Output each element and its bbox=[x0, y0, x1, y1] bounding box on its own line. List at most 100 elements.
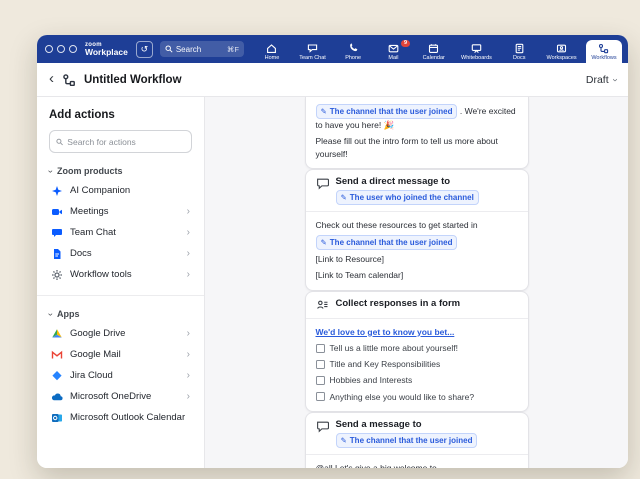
status-dropdown[interactable]: Draft › bbox=[586, 74, 616, 86]
primary-nav: Home Team Chat Phone 9 Mail Calendar bbox=[254, 35, 628, 63]
actions-search-input[interactable] bbox=[67, 137, 185, 147]
workflow-card-collect-form[interactable]: Collect responses in a form We'd love to… bbox=[305, 291, 529, 413]
jira-icon bbox=[51, 370, 63, 382]
window-controls[interactable] bbox=[45, 35, 77, 63]
sidebar-item-google-mail[interactable]: Google Mail › bbox=[49, 344, 192, 365]
google-mail-icon bbox=[51, 349, 63, 361]
app-window: zoom Workplace ↺ ⌘F Home Team Chat Phone… bbox=[37, 35, 628, 468]
sidebar-item-jira-cloud[interactable]: Jira Cloud › bbox=[49, 365, 192, 386]
history-icon: ↺ bbox=[141, 44, 149, 55]
chevron-down-icon: › bbox=[609, 78, 619, 81]
nav-mail[interactable]: 9 Mail bbox=[375, 40, 411, 63]
back-button[interactable]: ‹ bbox=[49, 71, 54, 86]
form-title-link[interactable]: We'd love to get to know you bet... bbox=[316, 327, 455, 337]
history-button[interactable]: ↺ bbox=[136, 41, 153, 58]
pencil-icon: ✎ bbox=[341, 194, 347, 202]
workspaces-icon bbox=[556, 43, 567, 54]
gear-icon bbox=[51, 269, 63, 281]
card-title: Collect responses in a form bbox=[336, 298, 461, 309]
search-input[interactable] bbox=[176, 45, 224, 54]
meetings-icon bbox=[51, 206, 63, 218]
field-icon bbox=[316, 344, 325, 353]
search-icon bbox=[56, 138, 63, 146]
sidebar-item-microsoft-outlook-calendar[interactable]: Microsoft Outlook Calendar bbox=[49, 407, 192, 428]
workflow-card-direct-message[interactable]: Send a direct message to ✎The user who j… bbox=[305, 169, 529, 290]
phone-icon bbox=[348, 43, 359, 54]
workflow-icon bbox=[62, 73, 76, 87]
actions-search[interactable] bbox=[49, 130, 192, 153]
pencil-icon: ✎ bbox=[321, 239, 327, 247]
field-icon bbox=[316, 360, 325, 369]
top-navbar: zoom Workplace ↺ ⌘F Home Team Chat Phone… bbox=[37, 35, 628, 63]
form-icon bbox=[316, 299, 329, 312]
form-field: Tell us a little more about yourself! bbox=[316, 342, 518, 355]
section-apps[interactable]: › Apps bbox=[49, 309, 192, 319]
channel-chip[interactable]: ✎The channel that the user joined bbox=[336, 433, 478, 448]
field-icon bbox=[316, 376, 325, 385]
chat-bubble-icon bbox=[316, 420, 329, 433]
status-badge: Draft bbox=[586, 74, 609, 86]
nav-team-chat[interactable]: Team Chat bbox=[294, 40, 331, 63]
chevron-down-icon: › bbox=[46, 313, 55, 316]
ai-companion-icon bbox=[51, 185, 63, 197]
nav-docs[interactable]: Docs bbox=[501, 40, 537, 63]
page-title: Untitled Workflow bbox=[84, 74, 182, 86]
form-field: Hobbies and Interests bbox=[316, 374, 518, 387]
mail-badge: 9 bbox=[401, 40, 410, 47]
home-icon bbox=[266, 43, 277, 54]
chevron-right-icon: › bbox=[187, 228, 190, 238]
section-zoom-products[interactable]: › Zoom products bbox=[49, 166, 192, 176]
outlook-calendar-icon bbox=[51, 412, 63, 424]
workflows-icon bbox=[598, 43, 609, 54]
workflow-header: ‹ Untitled Workflow Draft › bbox=[37, 63, 628, 97]
sidebar-item-team-chat[interactable]: Team Chat › bbox=[49, 222, 192, 243]
sidebar-item-workflow-tools[interactable]: Workflow tools › bbox=[49, 264, 192, 285]
channel-chip[interactable]: ✎The channel that the user joined bbox=[316, 235, 458, 250]
resource-link: [Link to Resource] bbox=[316, 253, 518, 266]
user-chip[interactable]: ✎The user who joined the channel bbox=[336, 190, 479, 205]
calendar-link: [Link to Team calendar] bbox=[316, 269, 518, 282]
sidebar-item-microsoft-onedrive[interactable]: Microsoft OneDrive › bbox=[49, 386, 192, 407]
workflow-card-message-partial[interactable]: ✎The channel that the user joined . We'r… bbox=[305, 97, 529, 169]
form-field: Anything else you would like to share? bbox=[316, 391, 518, 404]
calendar-icon bbox=[428, 43, 439, 54]
form-field: Title and Key Responsibilities bbox=[316, 358, 518, 371]
sidebar-item-docs[interactable]: Docs › bbox=[49, 243, 192, 264]
body-line: Check out these resources to get started… bbox=[316, 219, 518, 232]
nav-phone[interactable]: Phone bbox=[335, 40, 371, 63]
team-chat-icon bbox=[307, 43, 318, 54]
actions-sidebar: Add actions › Zoom products AI Companion… bbox=[37, 97, 205, 468]
chevron-right-icon: › bbox=[187, 207, 190, 217]
chevron-right-icon: › bbox=[187, 329, 190, 339]
chevron-right-icon: › bbox=[187, 270, 190, 280]
chevron-right-icon: › bbox=[187, 371, 190, 381]
docs-icon bbox=[51, 248, 63, 260]
field-icon bbox=[316, 392, 325, 401]
zoom-workplace-logo: zoom Workplace bbox=[85, 35, 128, 63]
message-line2: Please fill out the intro form to tell u… bbox=[316, 135, 518, 161]
chevron-right-icon: › bbox=[187, 392, 190, 402]
nav-workspaces[interactable]: Workspaces bbox=[542, 40, 582, 63]
divider bbox=[37, 295, 204, 296]
workflow-canvas: ✎The channel that the user joined . We'r… bbox=[205, 97, 628, 468]
whiteboards-icon bbox=[471, 43, 482, 54]
channel-chip[interactable]: ✎The channel that the user joined bbox=[316, 104, 458, 119]
workflow-card-send-message[interactable]: Send a message to ✎The channel that the … bbox=[305, 412, 529, 468]
onedrive-icon bbox=[51, 391, 63, 403]
nav-workflows[interactable]: Workflows bbox=[586, 40, 622, 63]
nav-home[interactable]: Home bbox=[254, 40, 290, 63]
pencil-icon: ✎ bbox=[321, 108, 327, 116]
body-line: @all Let's give a big welcome to bbox=[316, 462, 518, 468]
card-title: Send a message to bbox=[336, 419, 478, 430]
sidebar-item-ai-companion[interactable]: AI Companion bbox=[49, 180, 192, 201]
global-search[interactable]: ⌘F bbox=[160, 41, 244, 57]
chevron-right-icon: › bbox=[187, 249, 190, 259]
message-text: ✎The channel that the user joined . We'r… bbox=[316, 104, 518, 132]
google-drive-icon bbox=[51, 328, 63, 340]
mail-icon bbox=[388, 43, 399, 54]
pencil-icon: ✎ bbox=[341, 437, 347, 445]
sidebar-item-meetings[interactable]: Meetings › bbox=[49, 201, 192, 222]
sidebar-item-google-drive[interactable]: Google Drive › bbox=[49, 323, 192, 344]
nav-calendar[interactable]: Calendar bbox=[416, 40, 452, 63]
nav-whiteboards[interactable]: Whiteboards bbox=[456, 40, 497, 63]
